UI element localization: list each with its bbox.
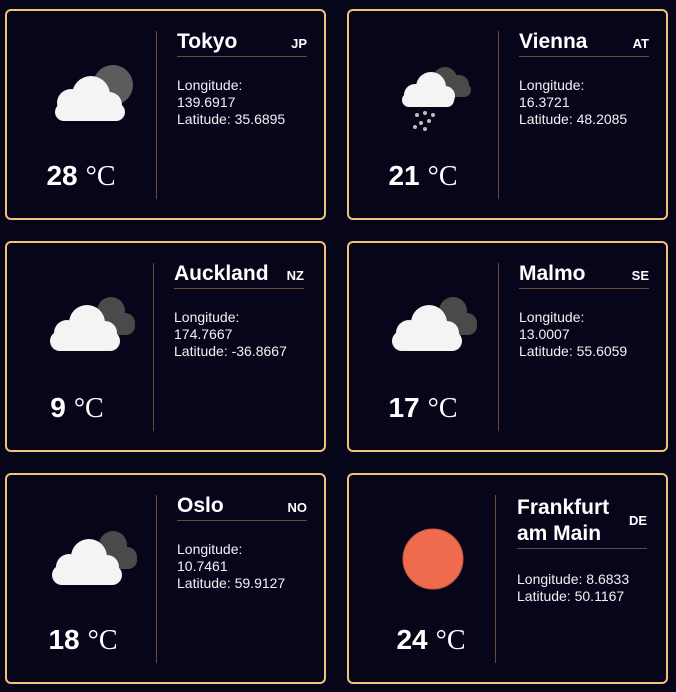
temperature: 18 °C (48, 624, 118, 656)
country-code: AT (632, 36, 649, 51)
country-code: NO (287, 500, 308, 515)
coordinates: Longitude: 10.7461 Latitude: 59.9127 (177, 541, 307, 592)
weather-card-oslo[interactable]: 18 °C Oslo NO Longitude: 10.7461 Latitude… (5, 473, 326, 684)
clouds-icon (49, 527, 139, 597)
divider (153, 263, 154, 431)
title-row: Vienna AT (519, 29, 649, 57)
divider (498, 31, 499, 199)
temperature: 28 °C (46, 160, 116, 192)
longitude: Longitude: 13.0007 (519, 309, 585, 342)
divider (156, 495, 157, 663)
country-code: JP (291, 36, 307, 51)
longitude: Longitude: 139.6917 (177, 77, 243, 110)
sun-icon (401, 527, 465, 591)
title-row: Frankfurt am Main DE (517, 495, 647, 549)
city-name: Auckland (174, 262, 269, 285)
city-name: Malmo (519, 262, 586, 285)
clouds-icon (47, 293, 137, 363)
weather-card-malmo[interactable]: 17 °C Malmo SE Longitude: 13.0007 Latitud… (347, 241, 668, 452)
latitude: Latitude: -36.8667 (174, 343, 287, 359)
divider (498, 263, 499, 431)
coordinates: Longitude: 174.7667 Latitude: -36.8667 (174, 309, 304, 360)
longitude: Longitude: 174.7667 (174, 309, 240, 342)
rain-cloud-icon (397, 63, 487, 133)
weather-card-vienna[interactable]: 21 °C Vienna AT Longitude: 16.3721 Latitu… (347, 9, 668, 220)
longitude: Longitude: 16.3721 (519, 77, 585, 110)
longitude: Longitude: 8.6833 (517, 571, 630, 587)
weather-grid: 28 °C Tokyo JP Longitude: 139.6917 Latitu… (0, 0, 676, 692)
city-name: Frankfurt am Main (517, 496, 610, 545)
latitude: Latitude: 59.9127 (177, 575, 286, 591)
weather-left: 24 °C (349, 475, 497, 682)
weather-card-frankfurt[interactable]: 24 °C Frankfurt am Main DE Longitude: 8.6… (347, 473, 668, 684)
divider (495, 495, 496, 663)
country-code: DE (628, 513, 647, 528)
coordinates: Longitude: 8.6833 Latitude: 50.1167 (517, 571, 647, 605)
title-row: Malmo SE (519, 261, 649, 289)
weather-card-auckland[interactable]: 9 °C Auckland NZ Longitude: 174.7667 Lati… (5, 241, 326, 452)
city-name: Oslo (177, 494, 224, 517)
temperature: 9 °C (50, 392, 104, 424)
weather-left: 9 °C (7, 243, 155, 450)
weather-left: 17 °C (349, 243, 497, 450)
cloud-moon-icon (49, 63, 139, 133)
latitude: Latitude: 55.6059 (519, 343, 628, 359)
weather-details: Malmo SE Longitude: 13.0007 Latitude: 55… (519, 261, 649, 360)
clouds-icon (389, 293, 479, 363)
coordinates: Longitude: 16.3721 Latitude: 48.2085 (519, 77, 649, 128)
latitude: Latitude: 50.1167 (517, 588, 625, 604)
temperature: 17 °C (388, 392, 458, 424)
city-name: Tokyo (177, 30, 238, 53)
coordinates: Longitude: 139.6917 Latitude: 35.6895 (177, 77, 307, 128)
divider (156, 31, 157, 199)
country-code: SE (631, 268, 649, 283)
weather-details: Vienna AT Longitude: 16.3721 Latitude: 4… (519, 29, 649, 128)
latitude: Latitude: 48.2085 (519, 111, 628, 127)
title-row: Oslo NO (177, 493, 307, 521)
weather-details: Auckland NZ Longitude: 174.7667 Latitude… (174, 261, 304, 360)
latitude: Latitude: 35.6895 (177, 111, 286, 127)
weather-left: 18 °C (7, 475, 155, 682)
title-row: Tokyo JP (177, 29, 307, 57)
title-row: Auckland NZ (174, 261, 304, 289)
longitude: Longitude: 10.7461 (177, 541, 243, 574)
weather-left: 28 °C (7, 11, 155, 218)
temperature: 21 °C (388, 160, 458, 192)
temperature: 24 °C (396, 624, 466, 656)
weather-card-tokyo[interactable]: 28 °C Tokyo JP Longitude: 139.6917 Latitu… (5, 9, 326, 220)
weather-details: Tokyo JP Longitude: 139.6917 Latitude: 3… (177, 29, 307, 128)
weather-left: 21 °C (349, 11, 497, 218)
weather-details: Frankfurt am Main DE Longitude: 8.6833 L… (517, 495, 647, 605)
country-code: NZ (286, 268, 304, 283)
weather-details: Oslo NO Longitude: 10.7461 Latitude: 59.… (177, 493, 307, 592)
city-name: Vienna (519, 30, 588, 53)
coordinates: Longitude: 13.0007 Latitude: 55.6059 (519, 309, 649, 360)
